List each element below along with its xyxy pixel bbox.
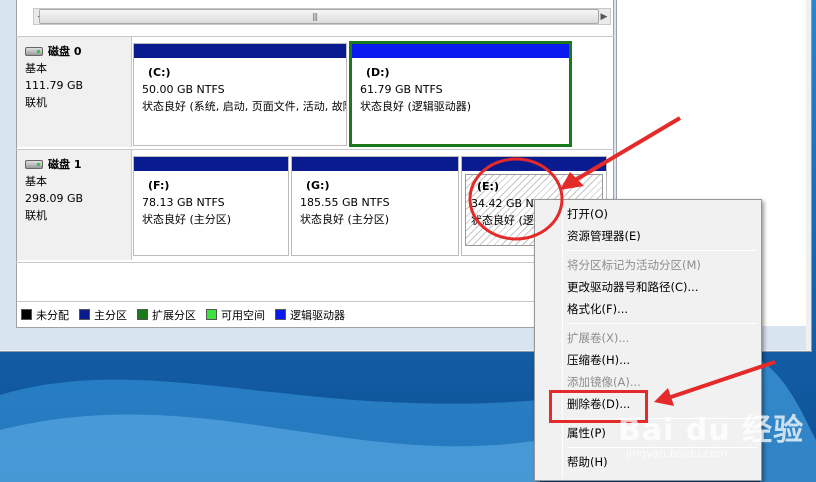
- menu-separator: [567, 250, 757, 251]
- disk-size: 298.09 GB: [25, 192, 84, 205]
- grip-icon: |||: [312, 12, 318, 21]
- primary-partition-bar: [134, 44, 346, 58]
- disk-0-name-row: 磁盘 0: [25, 43, 131, 60]
- legend-label: 未分配: [36, 308, 69, 322]
- divider: [16, 262, 614, 263]
- partition-d[interactable]: (D:) 61.79 GB NTFS 状态良好 (逻辑驱动器): [349, 41, 572, 147]
- disk-type: 基本: [25, 62, 47, 75]
- partition-size: 50.00 GB NTFS: [142, 83, 225, 96]
- partition-status: 状态良好 (主分区): [300, 213, 390, 226]
- partition-label: (D:): [366, 66, 390, 79]
- primary-partition-bar: [134, 157, 288, 171]
- partition-status: 状态良好 (主分区): [142, 213, 232, 226]
- menu-item-extend-volume[interactable]: 扩展卷(X)...: [537, 327, 759, 349]
- disk-1-name-row: 磁盘 1: [25, 156, 131, 173]
- legend-swatch: [137, 309, 148, 320]
- legend: 未分配 主分区 扩展分区 可用空间 逻辑驱动器: [17, 301, 595, 327]
- menu-separator: [567, 323, 757, 324]
- menu-item-change-drive-letter[interactable]: 更改驱动器号和路径(C)...: [537, 276, 759, 298]
- menu-item-format[interactable]: 格式化(F)...: [537, 298, 759, 320]
- partition-status: 状态良好 (系统, 启动, 页面文件, 活动, 故障转储, 主分区): [142, 100, 346, 113]
- partition-size: 61.79 GB NTFS: [360, 83, 443, 96]
- horizontal-scrollbar[interactable]: ◀ ||| ▶: [17, 0, 613, 26]
- menu-item-mark-active[interactable]: 将分区标记为活动分区(M): [537, 254, 759, 276]
- legend-item: 未分配: [21, 307, 69, 323]
- partition-label: (C:): [148, 66, 171, 79]
- partition-f[interactable]: (F:) 78.13 GB NTFS 状态良好 (主分区): [133, 156, 289, 256]
- partition-size: 185.55 GB NTFS: [300, 196, 390, 209]
- disk-name: 磁盘 1: [48, 158, 82, 171]
- legend-label: 可用空间: [221, 308, 265, 322]
- partition-status: 状态良好 (逻辑驱动器): [360, 100, 472, 113]
- disk-name: 磁盘 0: [48, 45, 82, 58]
- menu-item-shrink-volume[interactable]: 压缩卷(H)...: [537, 349, 759, 371]
- partition-c[interactable]: (C:) 50.00 GB NTFS 状态良好 (系统, 启动, 页面文件, 活…: [133, 43, 347, 146]
- disk-type: 基本: [25, 175, 47, 188]
- legend-item: 可用空间: [206, 307, 265, 323]
- legend-label: 主分区: [94, 308, 127, 322]
- legend-swatch: [21, 309, 32, 320]
- disk-0-info[interactable]: 磁盘 0 基本 111.79 GB 联机: [17, 37, 132, 147]
- partition-size: 78.13 GB NTFS: [142, 196, 225, 209]
- legend-label: 扩展分区: [152, 308, 196, 322]
- disk-icon: [25, 47, 43, 56]
- logical-drive-bar: [352, 44, 569, 58]
- legend-item: 主分区: [79, 307, 127, 323]
- primary-partition-bar: [462, 157, 606, 171]
- legend-item: 逻辑驱动器: [275, 307, 345, 323]
- disk-size: 111.79 GB: [25, 79, 84, 92]
- partition-g[interactable]: (G:) 185.55 GB NTFS 状态良好 (主分区): [291, 156, 459, 256]
- partition-label: (G:): [306, 179, 330, 192]
- disk-1-info[interactable]: 磁盘 1 基本 298.09 GB 联机: [17, 150, 132, 260]
- disk-icon: [25, 160, 43, 169]
- disk-status: 联机: [25, 209, 47, 222]
- legend-swatch: [79, 309, 90, 320]
- watermark: Bai du 经验 jingyan.baidu.com: [618, 405, 804, 460]
- partition-label: (E:): [477, 180, 499, 193]
- legend-swatch: [206, 309, 217, 320]
- menu-item-open[interactable]: 打开(O): [537, 203, 759, 225]
- scroll-right-icon[interactable]: ▶: [596, 9, 612, 25]
- legend-swatch: [275, 309, 286, 320]
- disk-status: 联机: [25, 96, 47, 109]
- legend-label: 逻辑驱动器: [290, 308, 345, 322]
- partition-label: (F:): [148, 179, 170, 192]
- primary-partition-bar: [292, 157, 458, 171]
- scrollbar-thumb[interactable]: |||: [39, 9, 599, 24]
- legend-item: 扩展分区: [137, 307, 196, 323]
- watermark-text: Bai du 经验: [618, 413, 805, 448]
- menu-item-explorer[interactable]: 资源管理器(E): [537, 225, 759, 247]
